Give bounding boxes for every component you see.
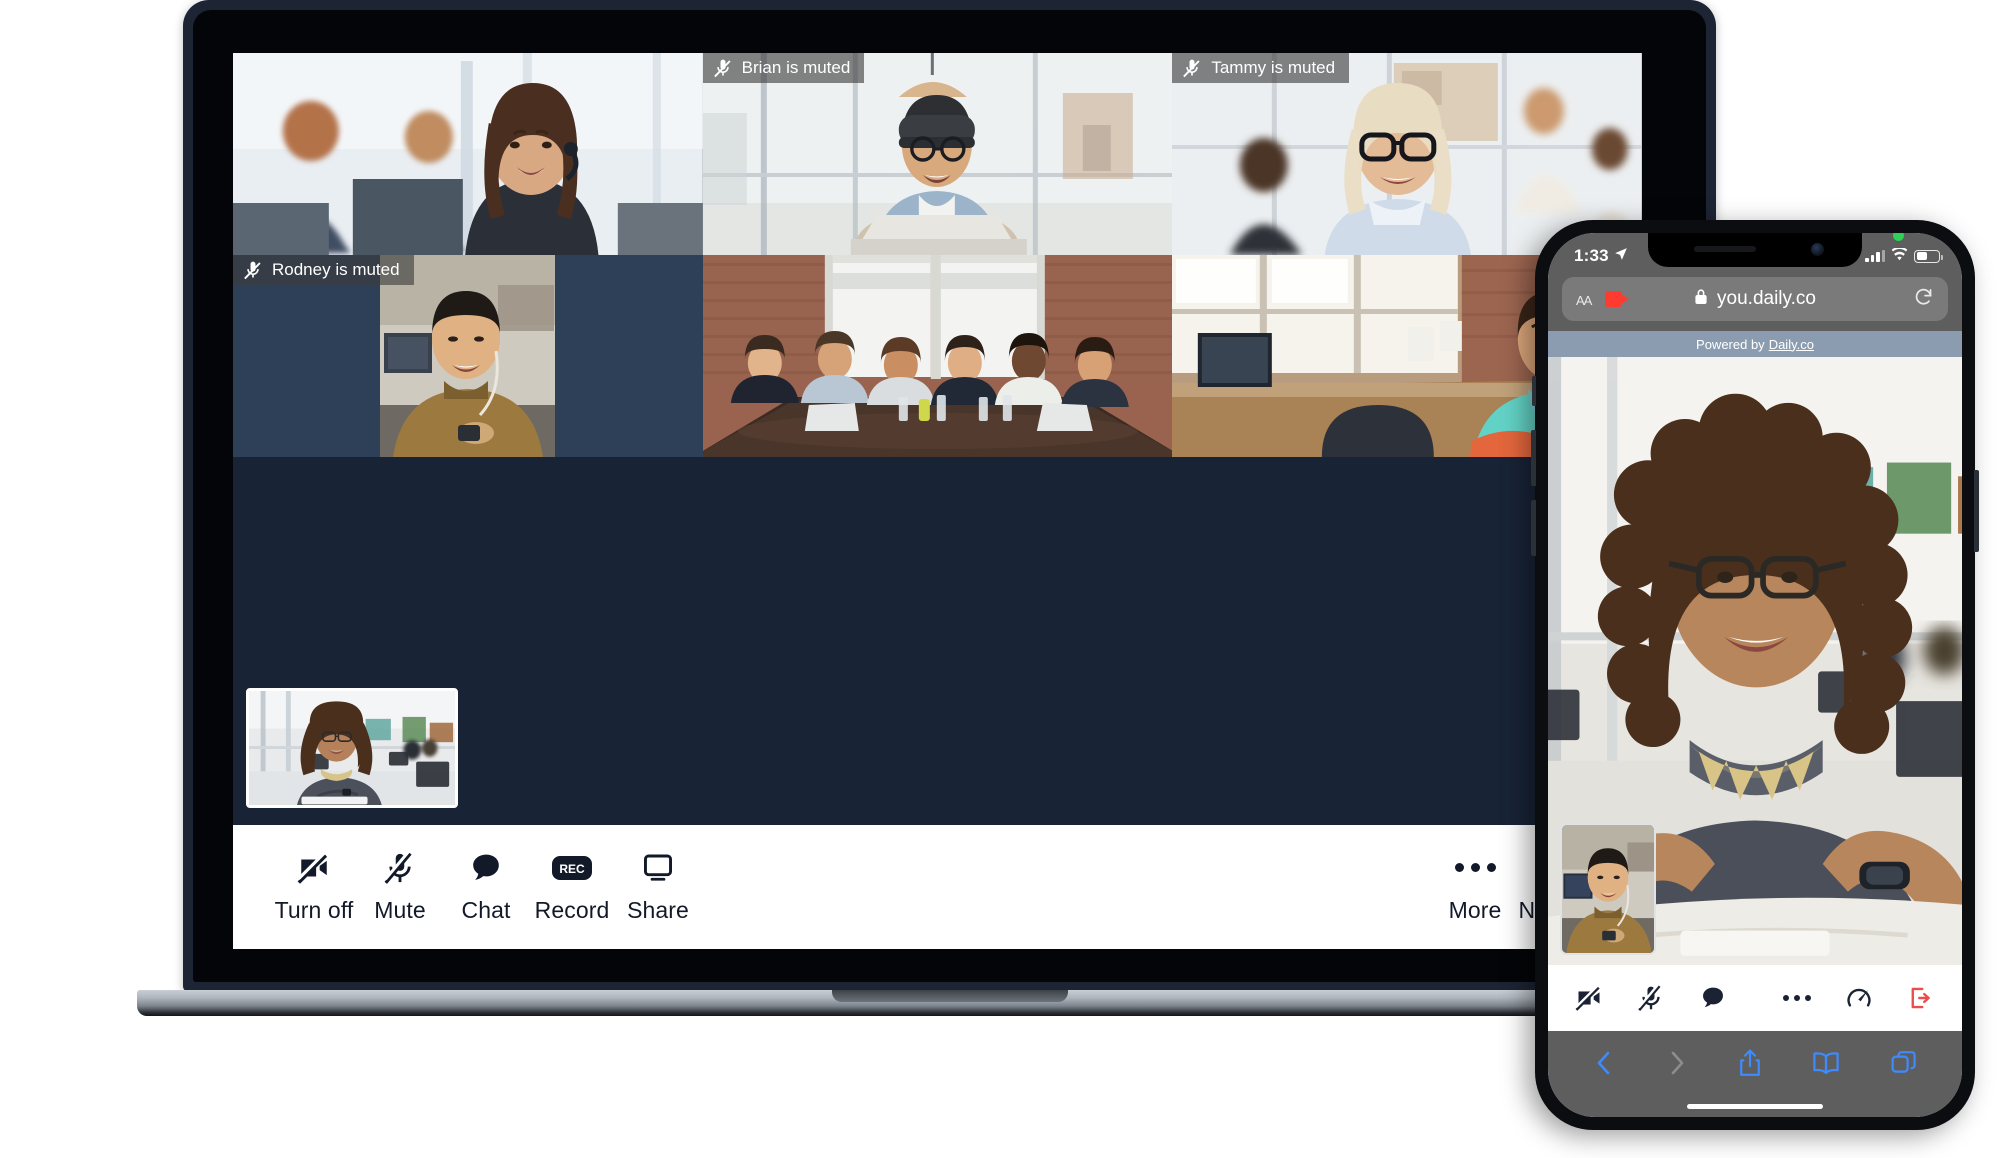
- camera-off-icon[interactable]: [1572, 981, 1606, 1015]
- safari-top-chrome: 1:33 AA you.daily.co: [1548, 233, 1962, 331]
- tabs-icon[interactable]: [1890, 1049, 1918, 1077]
- chat-button[interactable]: Chat: [443, 851, 529, 924]
- muted-badge-label: Brian is muted: [741, 58, 851, 77]
- green-recording-dot-icon: [1893, 233, 1904, 241]
- mic-off-icon: [1182, 58, 1202, 78]
- chat-label: Chat: [461, 896, 511, 923]
- mic-off-icon: [713, 58, 733, 78]
- share-label: Share: [627, 896, 689, 923]
- mute-button[interactable]: Mute: [357, 850, 443, 924]
- phone-call-toolbar: [1548, 965, 1962, 1031]
- share-icon[interactable]: [1737, 1048, 1763, 1078]
- self-view-thumbnail[interactable]: [246, 688, 458, 808]
- text-size-button[interactable]: AA: [1576, 289, 1592, 310]
- record-label: Record: [534, 896, 610, 923]
- phone-device: 1:33 AA you.daily.co Powered by Daily.co: [1531, 220, 1979, 1130]
- stage-area: [233, 457, 1642, 825]
- svg-text:REC: REC: [559, 862, 585, 876]
- safari-url-bar[interactable]: AA you.daily.co: [1562, 277, 1948, 321]
- home-indicator: [1548, 1095, 1962, 1117]
- more-button[interactable]: More: [1432, 851, 1518, 924]
- screen-share-icon: [641, 851, 675, 885]
- back-chevron-icon[interactable]: [1592, 1049, 1616, 1077]
- turn-off-camera-label: Turn off: [274, 896, 354, 923]
- chat-bubble-icon: [470, 851, 502, 885]
- muted-badge-label: Tammy is muted: [1211, 58, 1336, 77]
- chat-bubble-icon[interactable]: [1696, 981, 1730, 1015]
- video-tile[interactable]: Rodney is muted: [233, 255, 703, 457]
- location-arrow-icon: [1614, 246, 1628, 266]
- more-label: More: [1448, 896, 1502, 923]
- phone-volume-down-button[interactable]: [1531, 500, 1536, 556]
- share-screen-button[interactable]: Share: [615, 851, 701, 924]
- phone-toolbar-left-group: [1572, 981, 1730, 1015]
- network-gauge-icon[interactable]: [1842, 981, 1876, 1015]
- lock-icon: [1694, 288, 1708, 310]
- phone-main-video[interactable]: [1548, 357, 1962, 965]
- video-tile[interactable]: [233, 53, 703, 255]
- powered-by-banner: Powered by Daily.co: [1548, 331, 1962, 357]
- status-bar-left: 1:33: [1574, 246, 1628, 266]
- video-tile[interactable]: Brian is muted: [702, 53, 1173, 255]
- self-view-thumbnail[interactable]: [1560, 823, 1656, 955]
- camera-off-icon: [297, 850, 331, 885]
- status-bar: 1:33: [1548, 233, 1962, 273]
- url-text: you.daily.co: [1717, 288, 1816, 309]
- participant-video: [233, 255, 703, 457]
- participant-video: [702, 53, 1173, 255]
- laptop-screen: Brian is muted Tammy is muted Rodney is …: [233, 53, 1642, 949]
- muted-badge-label: Rodney is muted: [272, 260, 400, 279]
- call-toolbar: Turn off Mute Chat REC Record Share More: [233, 825, 1642, 949]
- phone-silence-switch[interactable]: [1532, 376, 1536, 406]
- cellular-bars-icon: [1865, 250, 1885, 262]
- record-button[interactable]: REC Record: [529, 851, 615, 924]
- forward-chevron-icon: [1665, 1049, 1689, 1077]
- muted-badge: Brian is muted: [702, 53, 865, 83]
- mic-off-icon[interactable]: [1634, 981, 1668, 1015]
- phone-volume-up-button[interactable]: [1531, 430, 1536, 486]
- phone-power-button[interactable]: [1974, 470, 1979, 552]
- participant-video: [233, 53, 703, 255]
- video-grid: Brian is muted Tammy is muted Rodney is …: [233, 53, 1642, 457]
- reload-icon[interactable]: [1913, 286, 1934, 313]
- muted-badge: Tammy is muted: [1172, 53, 1350, 83]
- toolbar-left-group: Turn off Mute Chat REC Record Share: [271, 850, 701, 924]
- record-icon: REC: [551, 851, 593, 885]
- status-bar-right: [1865, 233, 1943, 266]
- red-camera-icon[interactable]: [1605, 291, 1630, 307]
- bookmarks-icon[interactable]: [1811, 1050, 1841, 1076]
- wifi-icon: [1891, 246, 1908, 266]
- more-dots-icon[interactable]: [1780, 981, 1814, 1015]
- more-dots-icon: [1454, 851, 1496, 885]
- safari-bottom-chrome: [1548, 1031, 1962, 1117]
- daily-co-link[interactable]: Daily.co: [1769, 337, 1814, 352]
- leave-call-icon[interactable]: [1904, 981, 1938, 1015]
- mic-off-icon: [383, 850, 417, 885]
- safari-nav-row: [1548, 1031, 1962, 1095]
- status-time: 1:33: [1574, 246, 1609, 265]
- video-tile[interactable]: [702, 255, 1173, 457]
- muted-badge: Rodney is muted: [233, 255, 414, 285]
- turn-off-camera-button[interactable]: Turn off: [271, 850, 357, 924]
- powered-by-prefix: Powered by: [1696, 336, 1765, 352]
- phone-toolbar-right-group: [1780, 981, 1938, 1015]
- mute-label: Mute: [374, 896, 426, 923]
- phone-screen: 1:33 AA you.daily.co Powered by Daily.co: [1548, 233, 1962, 1117]
- laptop-base-notch: [831, 990, 1068, 1002]
- participant-video: [702, 255, 1173, 457]
- mic-off-icon: [243, 260, 263, 280]
- battery-icon: [1914, 249, 1943, 263]
- laptop-device: Brian is muted Tammy is muted Rodney is …: [137, 0, 1762, 1016]
